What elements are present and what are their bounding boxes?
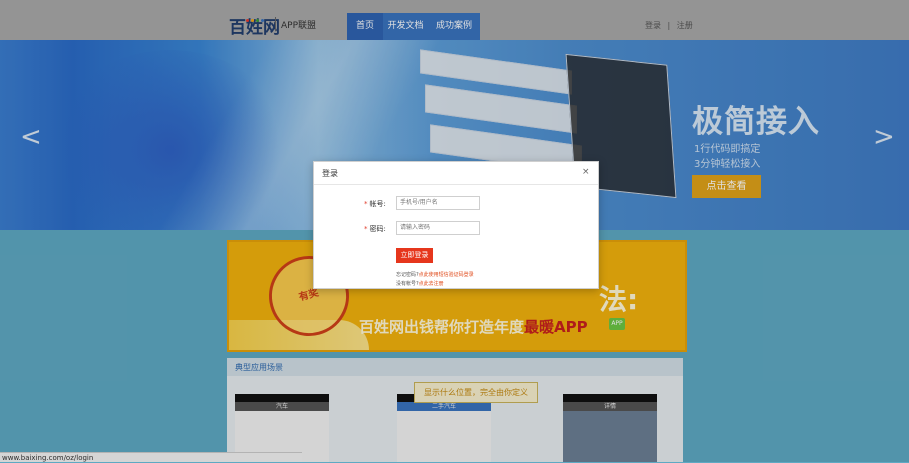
- login-submit-button[interactable]: 立即登录: [396, 248, 433, 263]
- forgot-password-hint: 忘记密码?点此使用短信验证码登录: [396, 271, 474, 278]
- password-label-text: 密码:: [369, 225, 386, 233]
- account-label: * 帐号:: [364, 199, 386, 209]
- close-icon[interactable]: ×: [582, 167, 590, 177]
- login-modal: 登录 × *帐号: *密码: 立即登录 忘记密码?点此使用短信验证码登录 没有帐…: [313, 161, 599, 289]
- register-hint: 没有帐号?点此去注册: [396, 280, 444, 287]
- account-label-text: 帐号:: [369, 200, 386, 208]
- sms-login-link[interactable]: 点此使用短信验证码登录: [419, 272, 474, 278]
- required-mark: *: [364, 225, 368, 233]
- register-link[interactable]: 点此去注册: [419, 281, 444, 287]
- required-mark: *: [364, 200, 368, 208]
- no-account-text: 没有帐号?: [396, 281, 419, 287]
- password-input[interactable]: [396, 221, 480, 235]
- modal-title: 登录: [322, 169, 338, 178]
- account-input[interactable]: [396, 196, 480, 210]
- password-label: * 密码:: [364, 224, 386, 234]
- forgot-password-text: 忘记密码?: [396, 272, 419, 278]
- modal-header: 登录 ×: [314, 162, 598, 185]
